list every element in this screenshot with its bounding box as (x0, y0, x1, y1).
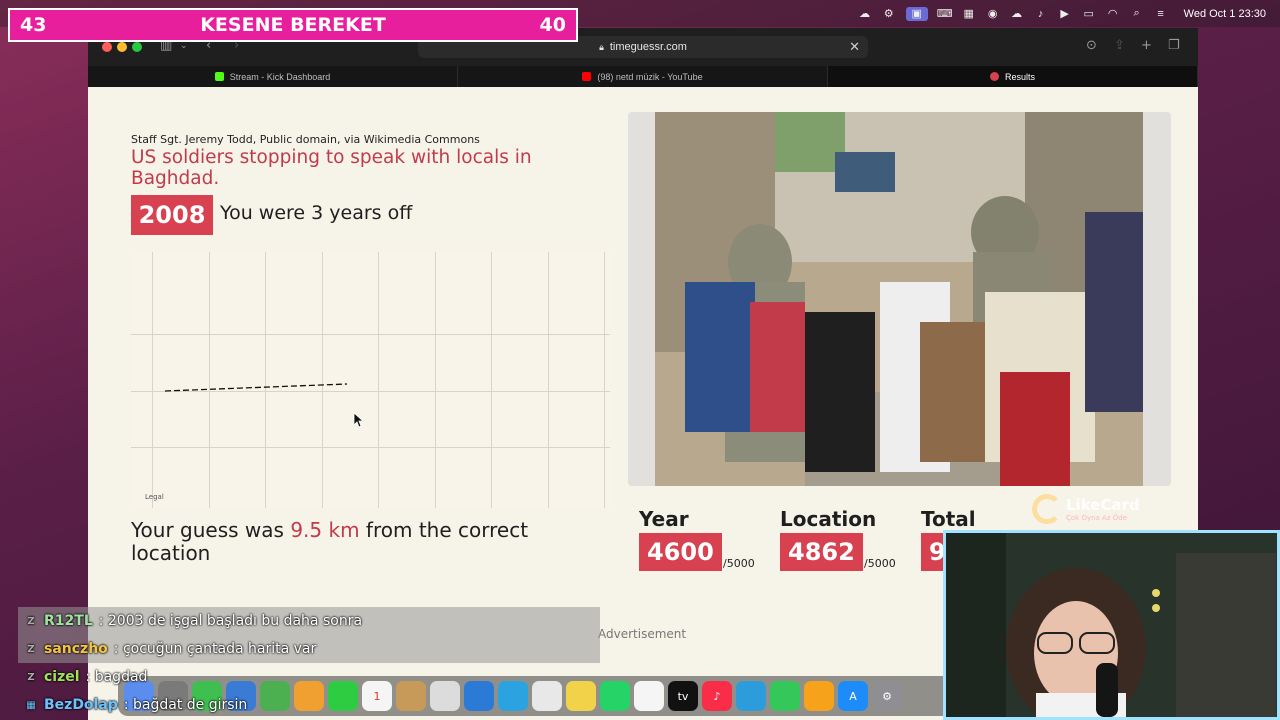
tab-bar: Stream - Kick Dashboard (98) netd müzik … (88, 66, 1198, 87)
photo-credit: Staff Sgt. Jeremy Todd, Public domain, v… (131, 133, 480, 146)
stream-score-banner: 43 KESENE BEREKET 40 (8, 8, 578, 42)
kick-badge-icon: Z (27, 615, 35, 627)
year-score-max: /5000 (723, 557, 755, 570)
zoom-window-button[interactable] (132, 42, 142, 52)
chat-text: : bagdad (85, 669, 148, 685)
streamer-webcam-image (946, 533, 1277, 717)
chat-username[interactable]: cizel (44, 669, 80, 685)
close-icon[interactable]: ✕ (849, 39, 860, 55)
guess-distance-line (164, 383, 348, 392)
banner-title: KESENE BEREKET (200, 14, 386, 36)
download-icon[interactable]: ⊙ (1086, 38, 1097, 53)
system-settings-icon[interactable]: ⚙ (872, 681, 902, 711)
result-map[interactable]: Legal (131, 252, 610, 508)
year-score-label: Year (639, 507, 689, 531)
tab-overview-icon[interactable]: ❐ (1168, 38, 1180, 53)
chat-username[interactable]: sanczho (44, 641, 108, 657)
timeguessr-icon (989, 72, 999, 81)
soldiers-photo (655, 112, 1143, 486)
likecard-name: LikeCard (1066, 496, 1140, 514)
whatsapp-icon[interactable] (600, 681, 630, 711)
chat-message: Z R12TL : 2003 de işgal başladı bu daha … (18, 607, 600, 635)
minimize-window-button[interactable] (117, 42, 127, 52)
total-score-label: Total (921, 507, 976, 531)
search-icon[interactable]: ⌕ (1130, 7, 1144, 21)
location-score-label: Location (780, 507, 877, 531)
tab-youtube[interactable]: (98) netd müzik - YouTube (458, 66, 828, 87)
battery-icon[interactable]: ▭ (1082, 7, 1096, 21)
chat-message: ▦ BezDolap : bağdat de girsin (18, 691, 600, 719)
chat-text: : çocuğun çantada harita var (113, 641, 317, 657)
kick-badge-icon: Z (27, 643, 35, 655)
screen-record-icon[interactable]: ▣ (905, 6, 928, 21)
grid-icon[interactable]: ▦ (962, 7, 976, 21)
creative-cloud-icon[interactable]: ◉ (986, 7, 1000, 21)
share-icon[interactable]: ⇪ (1114, 38, 1125, 53)
location-score: Location 4862 /5000 (780, 507, 896, 571)
address-url: timeguessr.com (609, 41, 687, 53)
tab-label: Stream - Kick Dashboard (229, 71, 331, 82)
close-window-button[interactable] (102, 42, 112, 52)
likecard-icon (1032, 494, 1062, 524)
cloud-icon[interactable]: ☁ (858, 7, 872, 21)
guess-distance-text: Your guess was 9.5 km from the correct l… (131, 519, 611, 565)
kick-icon (214, 72, 224, 81)
tab-kick-dashboard[interactable]: Stream - Kick Dashboard (88, 66, 458, 87)
guess-prefix: Your guess was (131, 518, 291, 542)
pages-icon[interactable] (804, 681, 834, 711)
apple-tv-icon[interactable]: tv (668, 681, 698, 711)
settings-icon[interactable]: ⚙ (882, 7, 896, 21)
tab-label: (98) netd müzik - YouTube (597, 71, 703, 82)
banner-right-score: 40 (539, 14, 566, 36)
menubar-clock[interactable]: Wed Oct 1 23:30 (1184, 8, 1266, 20)
photo-headline: US soldiers stopping to speak with local… (131, 147, 532, 189)
freeform-icon[interactable] (634, 681, 664, 711)
years-off-text: You were 3 years off (220, 202, 413, 224)
mouse-cursor-icon (353, 412, 365, 428)
chat-username[interactable]: BezDolap (44, 697, 118, 713)
wifi-icon[interactable]: ◠ (1106, 7, 1120, 21)
guess-distance-value: 9.5 km (290, 518, 360, 542)
year-score-value: 4600 (639, 533, 722, 571)
keyboard-icon[interactable]: ⌨ (937, 7, 953, 21)
chat-message: Z sanczho : çocuğun çantada harita var (18, 635, 600, 663)
new-tab-icon[interactable]: + (1141, 38, 1152, 53)
subscriber-badge-icon: ▦ (26, 699, 36, 711)
location-score-value: 4862 (780, 533, 863, 571)
round-photo[interactable] (628, 112, 1171, 486)
lock-icon: 🔒︎ (599, 41, 604, 52)
kick-badge-icon: Z (27, 671, 35, 683)
chat-message: Z cizel : bagdad (18, 663, 600, 691)
chat-username[interactable]: R12TL (44, 613, 93, 629)
play-icon[interactable]: ▶ (1058, 7, 1072, 21)
cloud-icon[interactable]: ☁ (1010, 7, 1024, 21)
chat-text: : bağdat de girsin (123, 697, 248, 713)
correct-year-badge: 2008 (131, 195, 213, 235)
likecard-tagline: Çok Oyna Az Öde (1066, 514, 1128, 522)
total-score: Total 9 (921, 507, 976, 571)
chevron-down-icon[interactable]: ⌄ (180, 41, 188, 51)
year-score: Year 4600 /5000 (639, 507, 755, 571)
webcam-feed (943, 530, 1280, 720)
control-center-icon[interactable]: ≡ (1154, 7, 1168, 21)
mic-icon[interactable]: ♪ (1034, 7, 1048, 21)
advertisement-label: Advertisement (598, 627, 687, 641)
keynote-icon[interactable] (736, 681, 766, 711)
numbers-icon[interactable] (770, 681, 800, 711)
stream-chat: Z R12TL : 2003 de işgal başladı bu daha … (18, 607, 600, 719)
music-icon[interactable]: ♪ (702, 681, 732, 711)
location-score-max: /5000 (864, 557, 896, 570)
tab-results[interactable]: Results (828, 66, 1198, 87)
chat-text: : 2003 de işgal başladı bu daha sonra (98, 613, 363, 629)
banner-left-score: 43 (20, 14, 47, 36)
app-store-icon[interactable]: A (838, 681, 868, 711)
likecard-logo: LikeCard Çok Oyna Az Öde (1032, 494, 1140, 524)
youtube-icon (582, 72, 592, 81)
tab-label: Results (1004, 71, 1035, 82)
map-legal-link[interactable]: Legal (145, 493, 164, 501)
